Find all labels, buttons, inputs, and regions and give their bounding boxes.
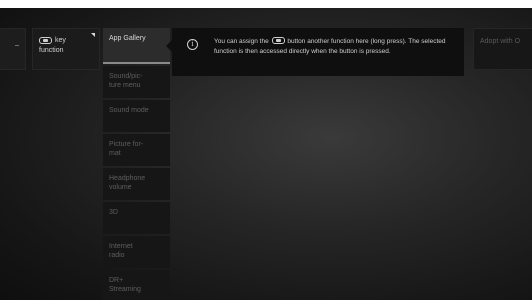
menu-item[interactable]: Picture for- mat (103, 134, 170, 166)
menu-item[interactable]: App Gallery (103, 28, 170, 64)
tv-settings-screen: key function App Gallery Sound/pic- ture … (0, 0, 532, 306)
dash-icon (15, 45, 19, 46)
info-text: You can assign the button another functi… (214, 36, 459, 57)
key-function-line1: key (39, 36, 66, 45)
remote-button-icon (39, 37, 52, 44)
key-function-item[interactable]: key function (32, 28, 100, 70)
bottom-border (0, 300, 532, 306)
adopt-button[interactable]: Adopt with O (473, 28, 532, 70)
menu-item[interactable]: Sound mode (103, 100, 170, 132)
menu-item[interactable]: 3D (103, 202, 170, 234)
function-options-list: App Gallery Sound/pic- ture menu Sound mod… (103, 28, 170, 306)
info-panel: i You can assign the button another func… (166, 28, 464, 76)
menu-item[interactable]: Headphone volume (103, 168, 170, 200)
corner-marker-icon (91, 33, 95, 37)
info-icon: i (187, 39, 198, 50)
menu-item[interactable]: DR+ Streaming (103, 270, 170, 302)
function-label: function (39, 47, 64, 54)
menu-item[interactable]: Internet radio (103, 236, 170, 268)
remote-button-icon (271, 36, 285, 44)
info-text-before: You can assign the (214, 38, 269, 45)
top-border (0, 0, 532, 8)
key-label: key (55, 37, 66, 44)
menu-item[interactable]: Sound/pic- ture menu (103, 66, 170, 98)
previous-menu-column[interactable] (0, 28, 26, 70)
